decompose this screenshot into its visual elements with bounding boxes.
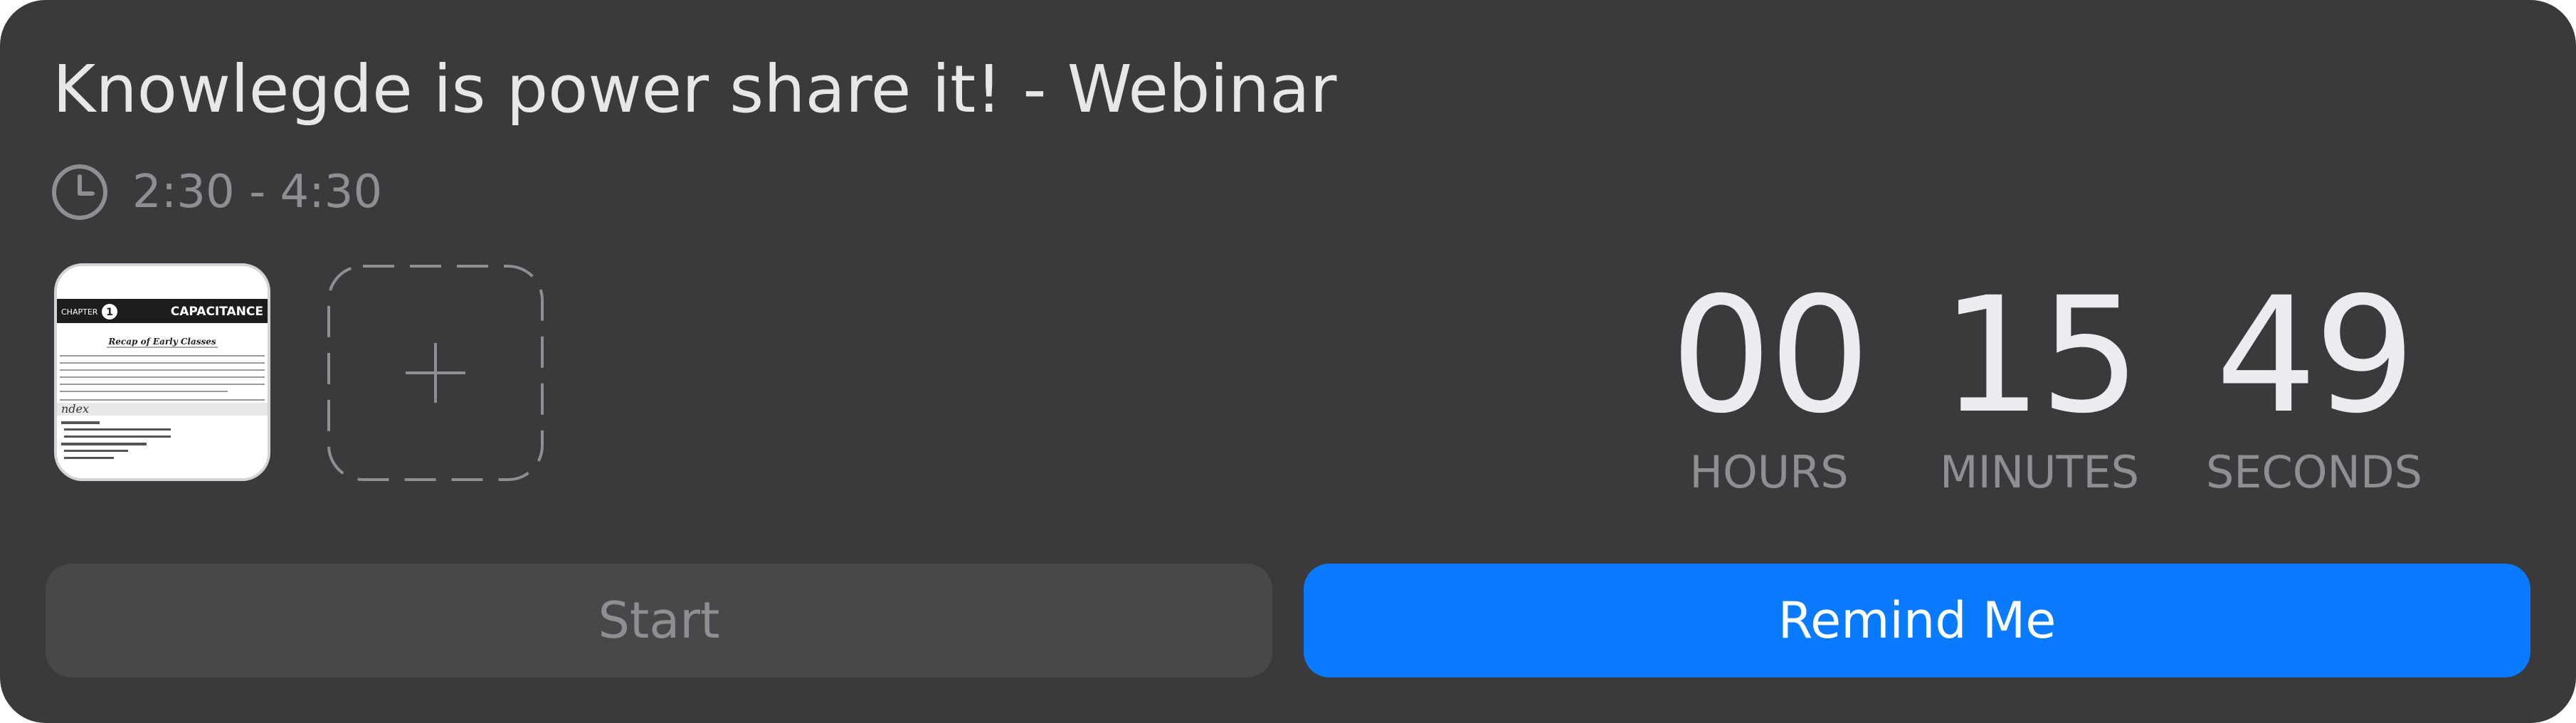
hours-label: HOURS — [1689, 446, 1849, 498]
minutes-value: 15 — [1941, 263, 2140, 448]
plus-icon — [327, 265, 544, 481]
webinar-card: Knowlegde is power share it! - Webinar 2… — [0, 0, 2576, 723]
seconds-value: 49 — [2215, 263, 2415, 448]
attachment-thumbnail[interactable]: CHAPTER 1 CAPACITANCE Recap of Early Cla… — [54, 263, 270, 481]
countdown-hours: 00 HOURS — [1655, 263, 1883, 501]
chapter-title: CAPACITANCE — [171, 305, 263, 319]
countdown-minutes: 15 MINUTES — [1926, 263, 2153, 501]
add-attachment-button[interactable] — [327, 265, 544, 481]
hours-value: 00 — [1670, 263, 1870, 448]
document-heading: Recap of Early Classes — [107, 337, 216, 347]
countdown-timer: 00 HOURS 15 MINUTES 49 SECONDS — [1637, 263, 2462, 501]
event-time: 2:30 - 4:30 — [132, 166, 383, 218]
start-button[interactable]: Start — [46, 564, 1272, 677]
remind-me-button[interactable]: Remind Me — [1304, 564, 2530, 677]
document-preview: CHAPTER 1 CAPACITANCE Recap of Early Cla… — [57, 266, 268, 478]
clock-icon — [52, 164, 107, 220]
chapter-number: 1 — [106, 307, 113, 318]
event-time-row: 2:30 - 4:30 — [51, 162, 382, 222]
seconds-label: SECONDS — [2205, 446, 2423, 498]
index-label: ndex — [61, 402, 89, 416]
minutes-label: MINUTES — [1940, 446, 2139, 498]
chapter-label: CHAPTER — [61, 307, 98, 317]
event-title: Knowlegde is power share it! - Webinar — [53, 51, 1337, 127]
countdown-seconds: 49 SECONDS — [2200, 263, 2428, 501]
